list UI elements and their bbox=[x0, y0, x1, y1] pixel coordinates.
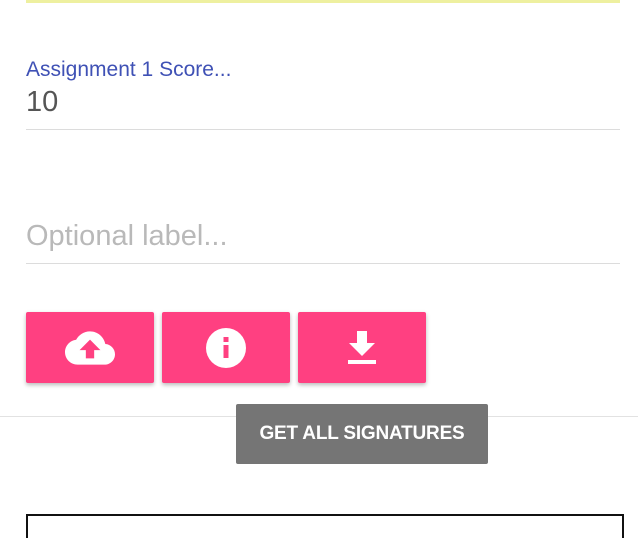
optional-label-input[interactable] bbox=[26, 218, 620, 264]
download-icon bbox=[347, 330, 377, 365]
cloud-upload-icon bbox=[65, 330, 115, 365]
assignment-score-label: Assignment 1 Score... bbox=[26, 58, 232, 81]
previous-field-underline bbox=[26, 0, 620, 3]
optional-label-field bbox=[26, 218, 620, 264]
signature-box bbox=[26, 514, 624, 538]
upload-button[interactable] bbox=[26, 312, 154, 383]
page: Assignment 1 Score... 10 Optional label.… bbox=[0, 0, 638, 538]
assignment-score-field: Assignment 1 Score... bbox=[26, 56, 620, 130]
download-tooltip: GET ALL SIGNATURES bbox=[236, 404, 488, 464]
info-icon bbox=[206, 327, 246, 368]
download-button[interactable] bbox=[298, 312, 426, 383]
assignment-score-input[interactable] bbox=[26, 84, 620, 130]
info-button[interactable] bbox=[162, 312, 290, 383]
